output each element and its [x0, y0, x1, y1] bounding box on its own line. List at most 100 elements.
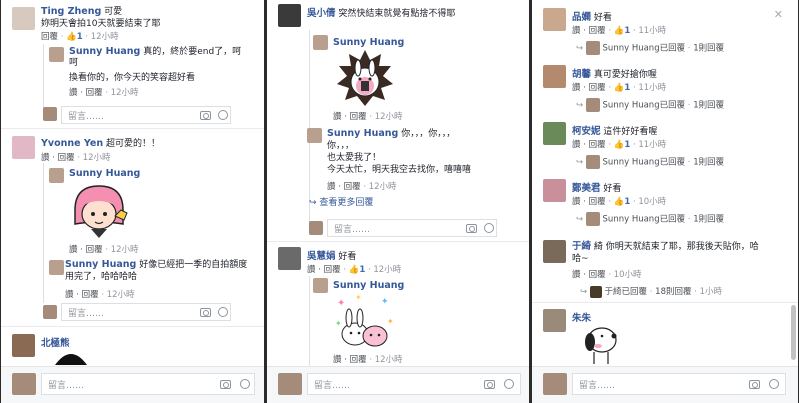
timestamp[interactable]: 12小時 [83, 153, 111, 163]
commenter-name[interactable]: 柯安妮 [572, 126, 601, 137]
reply-link[interactable]: · 回覆 [583, 26, 605, 36]
avatar[interactable] [543, 65, 566, 88]
reply-link[interactable]: · 回覆 [76, 290, 98, 300]
avatar[interactable] [543, 122, 566, 145]
reply-summary[interactable]: ↪ Sunny Huang已回覆 · 1則回覆 [576, 41, 724, 55]
avatar[interactable] [543, 240, 566, 263]
reply-link[interactable]: · 回覆 [80, 245, 102, 255]
reply-link[interactable]: · 回覆 [52, 153, 74, 163]
reply-link[interactable]: · 回覆 [583, 197, 605, 207]
timestamp[interactable]: 12小時 [373, 265, 401, 275]
like-link[interactable]: 讚 [572, 140, 581, 150]
commenter-name[interactable]: 吳小倩 [307, 8, 336, 19]
timestamp[interactable]: 10小時 [638, 197, 666, 207]
emoji-icon[interactable] [769, 379, 779, 389]
commenter-name[interactable]: Sunny Huang [333, 37, 404, 48]
timestamp[interactable]: 10小時 [614, 270, 642, 280]
like-icon[interactable]: 👍 [349, 265, 360, 275]
avatar[interactable] [278, 247, 301, 270]
reply-link[interactable]: · 回覆 [344, 112, 366, 122]
timestamp[interactable]: 12小時 [369, 182, 397, 192]
emoji-icon[interactable] [240, 379, 250, 389]
timestamp[interactable]: 11小時 [638, 140, 666, 150]
reply-summary[interactable]: ↪ Sunny Huang已回覆 · 1則回覆 [576, 212, 724, 226]
camera-icon[interactable] [466, 224, 477, 233]
timestamp[interactable]: 12小時 [111, 88, 139, 98]
camera-icon[interactable] [200, 111, 211, 120]
camera-icon[interactable] [749, 380, 760, 389]
like-link[interactable]: 讚 [69, 245, 78, 255]
reply-link[interactable]: · 回覆 [338, 182, 360, 192]
like-icon[interactable]: 👍 [66, 32, 77, 42]
reply-summary[interactable]: ↪ 于綺已回覆 · 18則回覆 · 1小時 [580, 285, 722, 298]
like-link[interactable]: 讚 [41, 153, 50, 163]
view-more-replies-link[interactable]: ↪ 查看更多回覆 [309, 195, 373, 208]
like-link[interactable]: 讚 [307, 265, 316, 275]
commenter-name[interactable]: 鄭美君 [572, 183, 601, 194]
avatar[interactable] [49, 260, 64, 275]
like-icon[interactable]: 👍 [614, 140, 625, 150]
reply-link[interactable]: · 回覆 [583, 270, 605, 280]
commenter-name[interactable]: Sunny Huang [69, 46, 140, 57]
commenter-name[interactable]: 胡馨 [572, 69, 591, 80]
timestamp[interactable]: 12小時 [107, 290, 135, 300]
emoji-icon[interactable] [218, 307, 228, 317]
commenter-name[interactable]: Sunny Huang [65, 259, 136, 270]
like-link[interactable]: 讚 [572, 197, 581, 207]
like-link[interactable]: 讚 [572, 270, 581, 280]
emoji-icon[interactable] [504, 379, 514, 389]
avatar[interactable] [49, 168, 64, 183]
like-icon[interactable]: 👍 [614, 197, 625, 207]
commenter-name[interactable]: 品嫻 [572, 12, 591, 23]
reply-link[interactable]: · 回覆 [344, 355, 366, 365]
timestamp[interactable]: 12小時 [91, 32, 119, 42]
avatar[interactable] [278, 4, 301, 27]
commenter-name[interactable]: 于綺 [572, 241, 591, 252]
timestamp[interactable]: 12小時 [375, 112, 403, 122]
emoji-icon[interactable] [484, 223, 494, 233]
reply-summary[interactable]: ↪ Sunny Huang已回覆 · 1則回覆 [576, 155, 724, 169]
avatar[interactable] [12, 334, 35, 357]
scrollbar[interactable] [791, 305, 796, 360]
comment-input[interactable]: 留言…… [572, 373, 786, 395]
reply-input[interactable]: 留言…… [61, 303, 231, 321]
avatar[interactable] [49, 47, 64, 62]
reply-link[interactable]: · 回覆 [318, 265, 340, 275]
avatar[interactable] [12, 7, 35, 30]
avatar[interactable] [307, 128, 322, 143]
like-link[interactable]: 讚 [69, 88, 78, 98]
timestamp[interactable]: 11小時 [638, 26, 666, 36]
reply-input[interactable]: 留言…… [327, 219, 497, 237]
like-link[interactable]: 讚 [572, 26, 581, 36]
reply-link[interactable]: · 回覆 [583, 140, 605, 150]
commenter-name[interactable]: Sunny Huang [69, 168, 140, 179]
avatar[interactable] [543, 8, 566, 31]
camera-icon[interactable] [200, 308, 211, 317]
commenter-name[interactable]: 吳慧娟 [307, 251, 336, 262]
like-link[interactable]: 讚 [572, 83, 581, 93]
avatar[interactable] [543, 179, 566, 202]
like-link[interactable]: 讚 [327, 182, 336, 192]
avatar[interactable] [313, 278, 328, 293]
camera-icon[interactable] [220, 380, 231, 389]
like-link[interactable]: 讚 [65, 290, 74, 300]
like-icon[interactable]: 👍 [614, 83, 625, 93]
avatar[interactable] [12, 136, 35, 159]
timestamp[interactable]: 11小時 [638, 83, 666, 93]
comment-input[interactable]: 留言…… [307, 373, 521, 395]
reply-link[interactable]: 回覆 [41, 32, 58, 42]
commenter-name[interactable]: Sunny Huang [333, 280, 404, 291]
avatar[interactable] [543, 309, 566, 332]
commenter-name[interactable]: Yvonne Yen [41, 138, 103, 149]
comment-input[interactable]: 留言…… [41, 373, 255, 395]
like-link[interactable]: 讚 [333, 355, 342, 365]
close-icon[interactable]: ✕ [774, 8, 783, 21]
reply-link[interactable]: · 回覆 [80, 88, 102, 98]
reply-link[interactable]: · 回覆 [583, 83, 605, 93]
commenter-name[interactable]: Sunny Huang [327, 128, 398, 139]
camera-icon[interactable] [484, 380, 495, 389]
reply-input[interactable]: 留言…… [61, 106, 231, 124]
like-icon[interactable]: 👍 [614, 26, 625, 36]
timestamp[interactable]: 12小時 [375, 355, 403, 365]
timestamp[interactable]: 12小時 [111, 245, 139, 255]
